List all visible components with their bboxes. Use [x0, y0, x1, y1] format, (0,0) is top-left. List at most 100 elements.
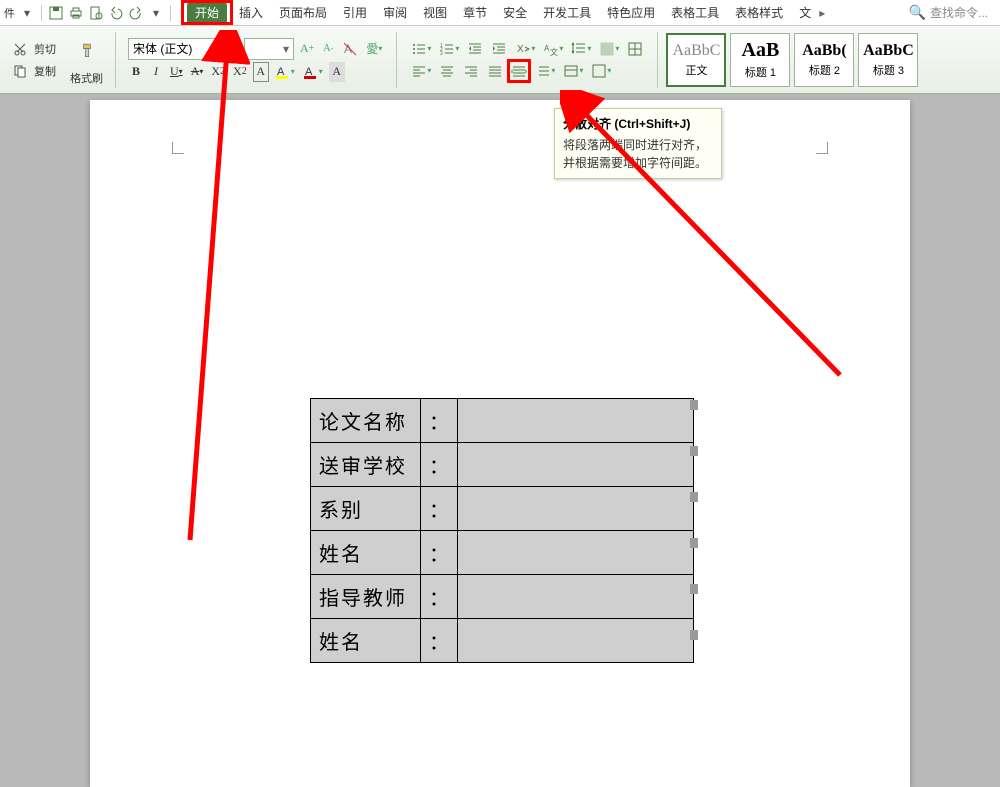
shrink-font-button[interactable]: A- — [320, 39, 336, 59]
print-icon[interactable] — [68, 5, 84, 21]
font-size-combo[interactable]: ▾ — [244, 38, 294, 60]
file-menu-fragment[interactable]: 件 — [4, 5, 15, 21]
cell-colon[interactable]: ： — [421, 575, 458, 619]
tab-page-layout[interactable]: 页面布局 — [271, 1, 335, 24]
tab-view[interactable]: 视图 — [415, 1, 455, 24]
print-preview-icon[interactable] — [88, 5, 104, 21]
increase-indent-button[interactable] — [489, 39, 509, 59]
cell-value[interactable] — [458, 487, 694, 531]
cell-label[interactable]: 系别 — [311, 487, 421, 531]
tab-table-style[interactable]: 表格样式 — [727, 1, 791, 24]
char-border-button[interactable]: A — [253, 62, 269, 82]
chevron-down-icon[interactable]: ▾ — [225, 42, 239, 56]
table-row[interactable]: 指导教师 ： — [311, 575, 694, 619]
tab-insert[interactable]: 插入 — [231, 1, 271, 24]
tab-char-button[interactable]: X▾ — [513, 39, 537, 59]
text-direction-button[interactable]: A文▾ — [541, 39, 565, 59]
cell-value[interactable] — [458, 443, 694, 487]
phonetic-guide-button[interactable]: 愛▾ — [364, 39, 384, 59]
subscript-button[interactable]: X2 — [231, 62, 249, 82]
cell-label[interactable]: 姓名 — [311, 531, 421, 575]
font-size-input[interactable] — [245, 40, 279, 58]
format-painter-button[interactable] — [77, 34, 97, 68]
font-name-input[interactable] — [129, 40, 225, 58]
tab-security[interactable]: 安全 — [495, 1, 535, 24]
style-heading1[interactable]: AaB 标题 1 — [730, 33, 790, 87]
bullets-button[interactable]: ▾ — [409, 39, 433, 59]
cell-label[interactable]: 姓名 — [311, 619, 421, 663]
cell-value[interactable] — [458, 531, 694, 575]
save-icon[interactable] — [48, 5, 64, 21]
svg-text:X: X — [517, 44, 524, 55]
decrease-indent-button[interactable] — [465, 39, 485, 59]
table-row[interactable]: 姓名 ： — [311, 531, 694, 575]
show-marks-button[interactable]: ▾ — [589, 61, 613, 81]
table-row[interactable]: 姓名 ： — [311, 619, 694, 663]
cut-button[interactable] — [10, 39, 30, 59]
command-search[interactable]: 🔍 查找命令... — [909, 4, 996, 21]
cell-colon[interactable]: ： — [421, 531, 458, 575]
tab-text-truncated[interactable]: 文 — [791, 1, 819, 24]
tab-start[interactable]: 开始 — [187, 3, 227, 23]
table-row[interactable]: 送审学校 ： — [311, 443, 694, 487]
align-center-button[interactable] — [437, 61, 457, 81]
form-table[interactable]: 论文名称 ： 送审学校 ： 系别 ： 姓名 ： 指导教师 ： — [310, 398, 694, 663]
char-shading-button[interactable]: A — [329, 62, 345, 82]
tab-special[interactable]: 特色应用 — [599, 1, 663, 24]
style-sample: AaBbC — [863, 42, 914, 60]
underline-button[interactable]: U▾ — [168, 62, 185, 82]
cell-label[interactable]: 送审学校 — [311, 443, 421, 487]
align-left-button[interactable]: ▾ — [409, 61, 433, 81]
numbering-button[interactable]: 123▾ — [437, 39, 461, 59]
search-placeholder: 查找命令... — [930, 4, 988, 21]
redo-icon[interactable] — [128, 5, 144, 21]
cell-value[interactable] — [458, 399, 694, 443]
separator — [41, 5, 42, 21]
cell-colon[interactable]: ： — [421, 487, 458, 531]
strikethrough-button[interactable]: A▾ — [189, 62, 206, 82]
chevron-down-icon[interactable]: ▸ — [819, 6, 825, 20]
align-justify-button[interactable] — [485, 61, 505, 81]
highlight-button[interactable]: A▾ — [273, 62, 297, 82]
bold-button[interactable]: B — [128, 62, 144, 82]
table-row[interactable]: 论文名称 ： — [311, 399, 694, 443]
tab-review[interactable]: 审阅 — [375, 1, 415, 24]
italic-button[interactable]: I — [148, 62, 164, 82]
divider — [396, 32, 397, 88]
tabs-dialog-button[interactable]: ▾ — [561, 61, 585, 81]
paragraph-spacing-button[interactable]: ▾ — [533, 61, 557, 81]
cell-value[interactable] — [458, 575, 694, 619]
borders-button[interactable] — [625, 39, 645, 59]
font-color-button[interactable]: A▾ — [301, 62, 325, 82]
chevron-down-icon[interactable]: ▾ — [148, 5, 164, 21]
tab-sections[interactable]: 章节 — [455, 1, 495, 24]
clear-format-button[interactable]: A — [340, 39, 360, 59]
shading-button[interactable]: ▾ — [597, 39, 621, 59]
align-right-button[interactable] — [461, 61, 481, 81]
tab-table-tools[interactable]: 表格工具 — [663, 1, 727, 24]
chevron-down-icon[interactable]: ▾ — [19, 5, 35, 21]
style-normal[interactable]: AaBbC 正文 — [666, 33, 726, 87]
undo-icon[interactable] — [108, 5, 124, 21]
cell-label[interactable]: 论文名称 — [311, 399, 421, 443]
align-distributed-button[interactable] — [509, 61, 529, 81]
cell-value[interactable] — [458, 619, 694, 663]
line-spacing-button[interactable]: ▾ — [569, 39, 593, 59]
chevron-down-icon[interactable]: ▾ — [279, 42, 293, 56]
document-canvas[interactable]: 分散对齐 (Ctrl+Shift+J) 将段落两端同时进行对齐，并根据需要增加字… — [0, 94, 1000, 787]
superscript-button[interactable]: X2 — [209, 62, 227, 82]
tab-references[interactable]: 引用 — [335, 1, 375, 24]
style-heading3[interactable]: AaBbC 标题 3 — [858, 33, 918, 87]
cell-colon[interactable]: ： — [421, 619, 458, 663]
document-page[interactable]: 分散对齐 (Ctrl+Shift+J) 将段落两端同时进行对齐，并根据需要增加字… — [90, 100, 910, 787]
cell-colon[interactable]: ： — [421, 443, 458, 487]
style-label: 标题 2 — [809, 62, 840, 78]
tab-developer[interactable]: 开发工具 — [535, 1, 599, 24]
cell-label[interactable]: 指导教师 — [311, 575, 421, 619]
table-row[interactable]: 系别 ： — [311, 487, 694, 531]
style-heading2[interactable]: AaBb( 标题 2 — [794, 33, 854, 87]
font-name-combo[interactable]: ▾ — [128, 38, 240, 60]
grow-font-button[interactable]: A+ — [298, 39, 316, 59]
cell-colon[interactable]: ： — [421, 399, 458, 443]
copy-button[interactable] — [10, 61, 30, 81]
